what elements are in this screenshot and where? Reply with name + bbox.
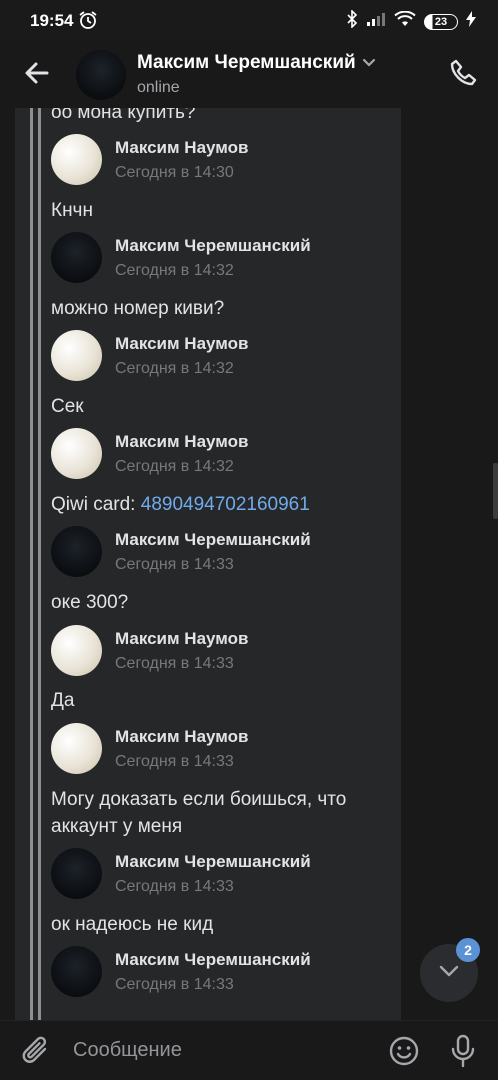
paperclip-icon[interactable] — [20, 1034, 54, 1068]
author-name[interactable]: Максим Наумов — [115, 138, 248, 158]
avatar[interactable] — [51, 428, 102, 479]
phone-icon[interactable] — [446, 56, 480, 90]
message-time: Сегодня в 14:32 — [115, 360, 234, 377]
message-header: Максим Наумов Сегодня в 14:33 — [51, 723, 381, 775]
message-header: Максим Наумов Сегодня в 14:32 — [51, 330, 381, 382]
message-header: Максим Наумов Сегодня в 14:33 — [51, 625, 381, 677]
message-time: Сегодня в 14:32 — [115, 458, 234, 475]
scrollbar[interactable] — [493, 463, 498, 519]
author-name[interactable]: Максим Наумов — [115, 334, 248, 354]
avatar[interactable] — [76, 50, 126, 100]
chat-title[interactable]: Максим Черемшанский — [137, 52, 376, 74]
unread-count-badge: 2 — [456, 938, 480, 962]
compose-bar: Сообщение — [0, 1020, 498, 1080]
avatar[interactable] — [51, 946, 102, 997]
message-time: Сегодня в 14:32 — [115, 262, 234, 279]
battery-icon: 23 — [424, 13, 458, 30]
avatar[interactable] — [51, 134, 102, 185]
alarm-icon — [78, 10, 98, 35]
author-name[interactable]: Максим Черемшанский — [115, 852, 311, 872]
message-header: Максим Наумов Сегодня в 14:32 — [51, 428, 381, 480]
signal-icon — [366, 11, 386, 32]
message-time: Сегодня в 14:33 — [115, 878, 234, 895]
avatar[interactable] — [51, 232, 102, 283]
microphone-icon[interactable] — [446, 1033, 480, 1069]
message-text: Сек — [51, 396, 84, 417]
status-icons: 23 — [346, 9, 476, 33]
message-time: Сегодня в 14:33 — [115, 753, 234, 770]
status-bar: 19:54 23 — [0, 0, 498, 42]
online-status: online — [137, 79, 180, 96]
message-header: Максим Черемшанский Сегодня в 14:32 — [51, 232, 381, 284]
message-text: оо мона купить? — [51, 108, 196, 123]
message-header: Максим Черемшанский Сегодня в 14:33 — [51, 848, 381, 900]
message-text: Кнчн — [51, 200, 93, 221]
avatar[interactable] — [51, 330, 102, 381]
author-name[interactable]: Максим Наумов — [115, 727, 248, 747]
message-time: Сегодня в 14:33 — [115, 655, 234, 672]
chat-header: Максим Черемшанский online — [0, 42, 498, 108]
author-name[interactable]: Максим Черемшанский — [115, 950, 311, 970]
chevron-down-icon — [438, 964, 460, 983]
message-time: Сегодня в 14:30 — [115, 164, 234, 181]
author-name[interactable]: Максим Черемшанский — [115, 236, 311, 256]
message-text: Qiwi card: 4890494702160961 — [51, 494, 310, 515]
quote-bar — [38, 108, 41, 1020]
avatar[interactable] — [51, 848, 102, 899]
message-text: ок надеюсь не кид — [51, 914, 214, 935]
message-text: оке 300? — [51, 592, 129, 613]
charging-icon — [466, 11, 476, 32]
quote-bar — [30, 108, 33, 1020]
message-header: Максим Черемшанский Сегодня в 14:33 — [51, 526, 381, 578]
wifi-icon — [394, 10, 416, 32]
message-text-line: Могу доказать если боишься, что — [51, 789, 347, 810]
author-name[interactable]: Максим Наумов — [115, 629, 248, 649]
message-time: Сегодня в 14:33 — [115, 976, 234, 993]
avatar[interactable] — [51, 723, 102, 774]
back-arrow-icon[interactable] — [20, 56, 54, 90]
avatar[interactable] — [51, 526, 102, 577]
smile-icon[interactable] — [387, 1034, 421, 1068]
message-list[interactable]: оо мона купить? Максим Наумов Сегодня в … — [0, 108, 498, 1020]
message-text: Да — [51, 690, 75, 711]
bluetooth-icon — [346, 9, 358, 33]
author-name[interactable]: Максим Наумов — [115, 432, 248, 452]
card-number-link[interactable]: 4890494702160961 — [141, 494, 310, 515]
message-text-line: аккаунт у меня — [51, 816, 183, 837]
message-time: Сегодня в 14:33 — [115, 556, 234, 573]
author-name[interactable]: Максим Черемшанский — [115, 530, 311, 550]
message-text: можно номер киви? — [51, 298, 225, 319]
message-header: Максим Наумов Сегодня в 14:30 — [51, 134, 381, 186]
status-time: 19:54 — [30, 11, 74, 30]
message-input[interactable]: Сообщение — [73, 1039, 182, 1062]
chevron-down-icon — [362, 52, 376, 74]
message-header: Максим Черемшанский Сегодня в 14:33 — [51, 946, 381, 998]
avatar[interactable] — [51, 625, 102, 676]
